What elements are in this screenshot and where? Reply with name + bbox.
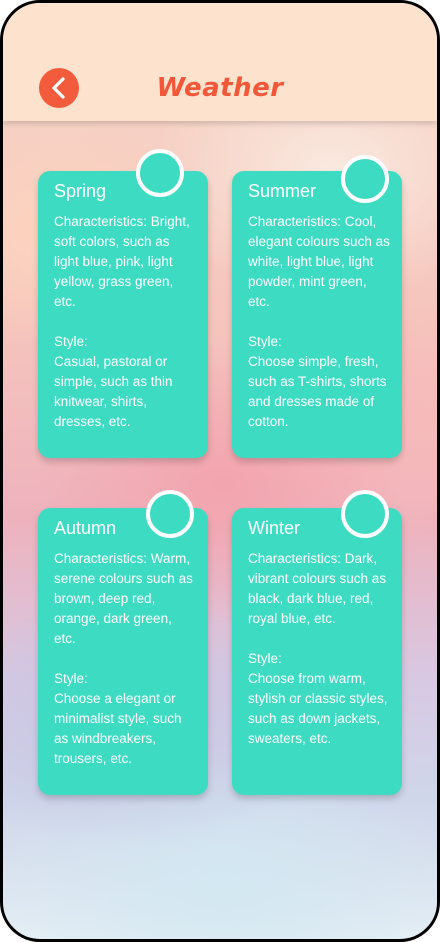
season-characteristics: Characteristics: Dark, vibrant colours s… — [248, 551, 387, 626]
season-characteristics: Characteristics: Warm, serene colours su… — [54, 551, 193, 646]
season-badge-summer — [341, 155, 389, 203]
season-style: Casual, pastoral or simple, such as thin… — [54, 354, 173, 429]
season-card-spring[interactable]: Spring Characteristics: Bright, soft col… — [38, 171, 208, 458]
season-style: Choose a elegant or minimalist style, su… — [54, 691, 182, 766]
season-card-summer[interactable]: Summer Characteristics: Cool, elegant co… — [232, 171, 402, 458]
season-style-label: Style: — [54, 671, 88, 686]
season-card-winter[interactable]: Winter Characteristics: Dark, vibrant co… — [232, 508, 402, 795]
page-title: Weather — [156, 73, 284, 103]
season-badge-winter — [341, 490, 389, 538]
season-badge-spring — [136, 149, 184, 197]
season-style-label: Style: — [54, 334, 88, 349]
season-style: Choose simple, fresh, such as T-shirts, … — [248, 354, 387, 429]
season-style-label: Style: — [248, 334, 282, 349]
phone-frame: Weather Spring Characteristics: Bright, … — [0, 0, 440, 942]
header-bar: Weather — [3, 3, 437, 121]
season-card-autumn[interactable]: Autumn Characteristics: Warm, serene col… — [38, 508, 208, 795]
season-characteristics: Characteristics: Bright, soft colors, su… — [54, 214, 190, 309]
season-badge-autumn — [146, 490, 194, 538]
season-style-label: Style: — [248, 651, 282, 666]
season-characteristics: Characteristics: Cool, elegant colours s… — [248, 214, 390, 309]
season-style: Choose from warm, stylish or classic sty… — [248, 671, 388, 746]
